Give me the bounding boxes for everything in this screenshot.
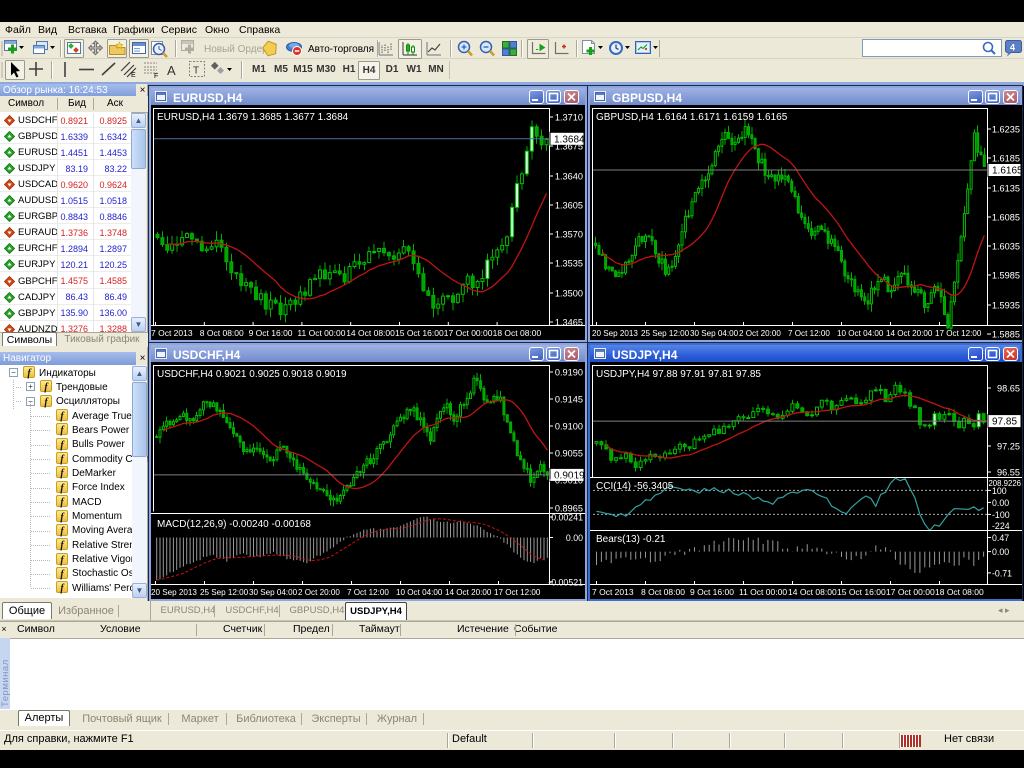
svg-text:15 Oct 16:00: 15 Oct 16:00 [837, 587, 886, 597]
svg-text:USDJPY,H4 97.88 97.91 97.81 9: USDJPY,H4 97.88 97.91 97.81 97.85 [596, 369, 761, 380]
svg-text:20 Sep 2013: 20 Sep 2013 [592, 329, 638, 338]
svg-text:1.5985: 1.5985 [992, 271, 1020, 281]
svg-text:T: T [193, 66, 199, 77]
svg-text:A: A [167, 63, 176, 78]
svg-text:0.9190: 0.9190 [555, 368, 583, 378]
svg-text:-0.71: -0.71 [992, 568, 1012, 578]
svg-text:20 Sep 2013: 20 Sep 2013 [151, 588, 197, 597]
svg-text:7 Oct 2013: 7 Oct 2013 [592, 587, 634, 597]
svg-text:18 Oct 08:00: 18 Oct 08:00 [935, 587, 984, 597]
svg-text:1.3465: 1.3465 [555, 318, 583, 328]
svg-text:0.00: 0.00 [992, 547, 1009, 557]
svg-text:0.9145: 0.9145 [555, 395, 583, 405]
svg-text:1.3675: 1.3675 [555, 142, 583, 152]
svg-text:7 Oct 2013: 7 Oct 2013 [151, 328, 193, 338]
svg-text:17 Oct 00:00: 17 Oct 00:00 [444, 328, 493, 338]
svg-text:97.85: 97.85 [992, 417, 1017, 428]
svg-text:2 Oct 20:00: 2 Oct 20:00 [298, 588, 340, 597]
svg-text:25 Sep 12:00: 25 Sep 12:00 [200, 588, 249, 597]
svg-text:E: E [131, 72, 136, 79]
svg-text:1.6035: 1.6035 [992, 242, 1020, 252]
svg-text:1.6165: 1.6165 [992, 166, 1022, 177]
svg-text:14 Oct 20:00: 14 Oct 20:00 [886, 329, 933, 338]
svg-text:18 Oct 08:00: 18 Oct 08:00 [493, 328, 542, 338]
svg-text:0.47: 0.47 [992, 533, 1009, 543]
svg-text:0.00: 0.00 [566, 533, 583, 543]
svg-text:1.3500: 1.3500 [555, 289, 583, 299]
svg-text:-224: -224 [992, 521, 1010, 531]
svg-text:97.25: 97.25 [997, 442, 1020, 452]
svg-text:GBPUSD,H4 1.6164 1.6171 1.615: GBPUSD,H4 1.6164 1.6171 1.6159 1.6165 [596, 112, 788, 123]
svg-text:0.9100: 0.9100 [555, 422, 583, 432]
svg-text:-0.00521: -0.00521 [548, 577, 583, 587]
svg-text:8 Oct 08:00: 8 Oct 08:00 [641, 587, 685, 597]
svg-text:USDCHF,H4 0.9021 0.9025 0.901: USDCHF,H4 0.9021 0.9025 0.9018 0.9019 [157, 369, 347, 380]
svg-text:1.3605: 1.3605 [555, 201, 583, 211]
svg-text:Bears(13) -0.21: Bears(13) -0.21 [596, 534, 666, 545]
svg-text:96.55: 96.55 [997, 468, 1020, 478]
svg-text:1.3710: 1.3710 [555, 113, 583, 123]
svg-text:Авто-торговля: Авто-торговля [308, 44, 374, 55]
svg-text:14 Oct 08:00: 14 Oct 08:00 [788, 587, 837, 597]
svg-text:100: 100 [992, 486, 1007, 496]
svg-text:1.5885: 1.5885 [992, 330, 1020, 340]
svg-text:F: F [154, 73, 158, 80]
svg-text:1.6235: 1.6235 [992, 125, 1020, 135]
svg-text:14 Oct 20:00: 14 Oct 20:00 [445, 588, 492, 597]
svg-text:30 Sep 04:00: 30 Sep 04:00 [249, 588, 298, 597]
svg-text:17 Oct 00:00: 17 Oct 00:00 [886, 587, 935, 597]
svg-text:30 Sep 04:00: 30 Sep 04:00 [690, 329, 739, 338]
svg-text:17 Oct 12:00: 17 Oct 12:00 [494, 588, 541, 597]
svg-text:10 Oct 04:00: 10 Oct 04:00 [396, 588, 443, 597]
svg-text:7 Oct 12:00: 7 Oct 12:00 [788, 329, 830, 338]
svg-text:17 Oct 12:00: 17 Oct 12:00 [935, 329, 982, 338]
svg-text:Новый Ордер: Новый Ордер [204, 44, 268, 55]
svg-text:2 Oct 20:00: 2 Oct 20:00 [739, 329, 781, 338]
svg-text:0.00: 0.00 [992, 498, 1009, 508]
svg-text:11 Oct 00:00: 11 Oct 00:00 [297, 328, 345, 338]
svg-text:1.3570: 1.3570 [555, 230, 583, 240]
svg-text:1.6135: 1.6135 [992, 184, 1020, 194]
svg-text:10 Oct 04:00: 10 Oct 04:00 [837, 329, 884, 338]
svg-text:8 Oct 08:00: 8 Oct 08:00 [200, 328, 244, 338]
svg-text:9 Oct 16:00: 9 Oct 16:00 [249, 328, 293, 338]
svg-text:MACD(12,26,9) -0.00240 -0.0016: MACD(12,26,9) -0.00240 -0.00168 [157, 519, 311, 530]
svg-text:7 Oct 12:00: 7 Oct 12:00 [347, 588, 389, 597]
svg-text:14 Oct 08:00: 14 Oct 08:00 [346, 328, 395, 338]
svg-text:9 Oct 16:00: 9 Oct 16:00 [690, 587, 734, 597]
svg-text:1.6185: 1.6185 [992, 154, 1020, 164]
svg-text:1.5935: 1.5935 [992, 301, 1020, 311]
svg-text:1.3640: 1.3640 [555, 172, 583, 182]
svg-text:0.9010: 0.9010 [555, 476, 583, 486]
svg-text:98.65: 98.65 [997, 384, 1020, 394]
svg-text:EURUSD,H4 1.3679 1.3685 1.367: EURUSD,H4 1.3679 1.3685 1.3677 1.3684 [157, 112, 349, 123]
svg-text:11 Oct 00:00: 11 Oct 00:00 [739, 587, 787, 597]
svg-text:CCI(14) -56.3405: CCI(14) -56.3405 [596, 481, 674, 492]
svg-text:1.3535: 1.3535 [555, 259, 583, 269]
svg-text:0.00241: 0.00241 [551, 513, 583, 523]
svg-text:1.6085: 1.6085 [992, 213, 1020, 223]
svg-text:0.9055: 0.9055 [555, 449, 583, 459]
svg-text:4: 4 [1010, 43, 1015, 53]
svg-text:15 Oct 16:00: 15 Oct 16:00 [395, 328, 444, 338]
svg-text:-100: -100 [992, 510, 1010, 520]
svg-text:25 Sep 12:00: 25 Sep 12:00 [641, 329, 690, 338]
